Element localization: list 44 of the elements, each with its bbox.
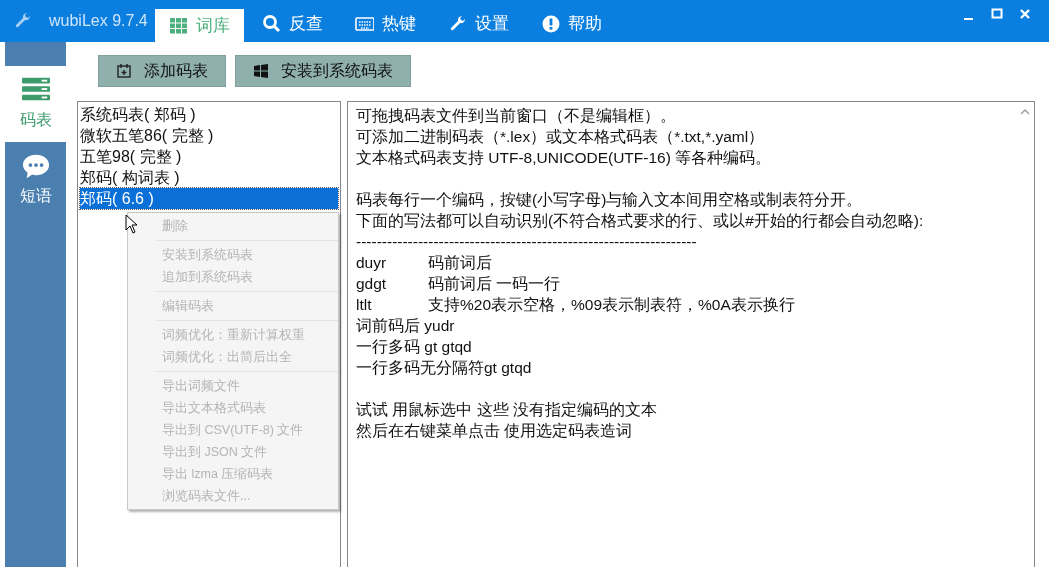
editor-line: 码前词后 xyxy=(428,253,492,273)
code-text: duyr xyxy=(356,253,388,273)
sidebar-item[interactable]: 码表 xyxy=(5,66,66,142)
editor-line: 可拖拽码表文件到当前窗口（不是编辑框）。 xyxy=(356,106,676,126)
grid-icon xyxy=(169,16,188,35)
editor-line: 可添加二进制码表（*.lex）或文本格式码表（*.txt,*.yaml） xyxy=(356,127,765,147)
tab[interactable]: 热键 xyxy=(341,9,430,42)
editor-line: 一行多码 gt gtqd xyxy=(356,337,472,357)
tab[interactable]: 帮助 xyxy=(527,9,616,42)
editor-line: 下面的写法都可以自动识别(不符合格式要求的行、或以#开始的行都会自动忽略): xyxy=(356,211,924,231)
window-title: wubiLex 9.7.4 xyxy=(49,11,148,31)
editor-line: 词前码后 yudr xyxy=(356,316,455,336)
code-text: gdgt xyxy=(356,274,388,294)
editor-line: 支持%20表示空格，%09表示制表符，%0A表示换行 xyxy=(428,295,795,315)
editor-line: 码表每行一个编码，按键(小写字母)与输入文本间用空格或制表符分开。 xyxy=(356,190,863,210)
list-item[interactable]: 系统码表( 郑码 ) xyxy=(80,104,338,125)
editor-line: ------------------------------------------------------------------ xyxy=(356,232,697,252)
text-editor[interactable] xyxy=(347,101,1035,567)
list-item[interactable]: 微软五笔86( 完整 ) xyxy=(80,125,338,146)
tab[interactable]: 词库 xyxy=(155,9,244,42)
close-icon[interactable] xyxy=(1019,8,1031,20)
toolbar-button[interactable]: 安装到系统码表 xyxy=(235,55,411,87)
editor-line: 码前词后 一码一行 xyxy=(428,274,561,294)
tab[interactable]: 反查 xyxy=(248,9,337,42)
editor-line: 一行多码无分隔符gt gtqd xyxy=(356,358,532,378)
keyboard-icon xyxy=(355,14,374,33)
list-item[interactable]: 郑码( 6.6 ) xyxy=(80,188,338,209)
info-icon xyxy=(541,14,560,33)
search-icon xyxy=(262,14,281,33)
windows-logo-icon xyxy=(253,63,269,79)
tab[interactable]: 设置 xyxy=(434,9,523,42)
scroll-up-icon[interactable] xyxy=(1020,108,1030,116)
calendar-plus-icon xyxy=(116,63,132,79)
code-text: ltlt xyxy=(356,295,373,315)
maximize-icon[interactable] xyxy=(991,8,1003,20)
list-item[interactable]: 郑码( 构词表 ) xyxy=(80,167,338,188)
editor-line: 试试 用鼠标选中 这些 没有指定编码的文本 xyxy=(356,400,657,420)
editor-line: 然后在右键菜单点击 使用选定码表造词 xyxy=(356,421,633,441)
editor-line: 文本格式码表支持 UTF-8,UNICODE(UTF-16) 等各种编码。 xyxy=(356,148,772,168)
wrench-icon xyxy=(448,14,467,33)
chat-icon xyxy=(20,152,51,180)
list-item[interactable]: 五笔98( 完整 ) xyxy=(80,146,338,167)
toolbar-button[interactable]: 添加码表 xyxy=(98,55,226,87)
sidebar-item[interactable]: 短语 xyxy=(5,142,66,218)
